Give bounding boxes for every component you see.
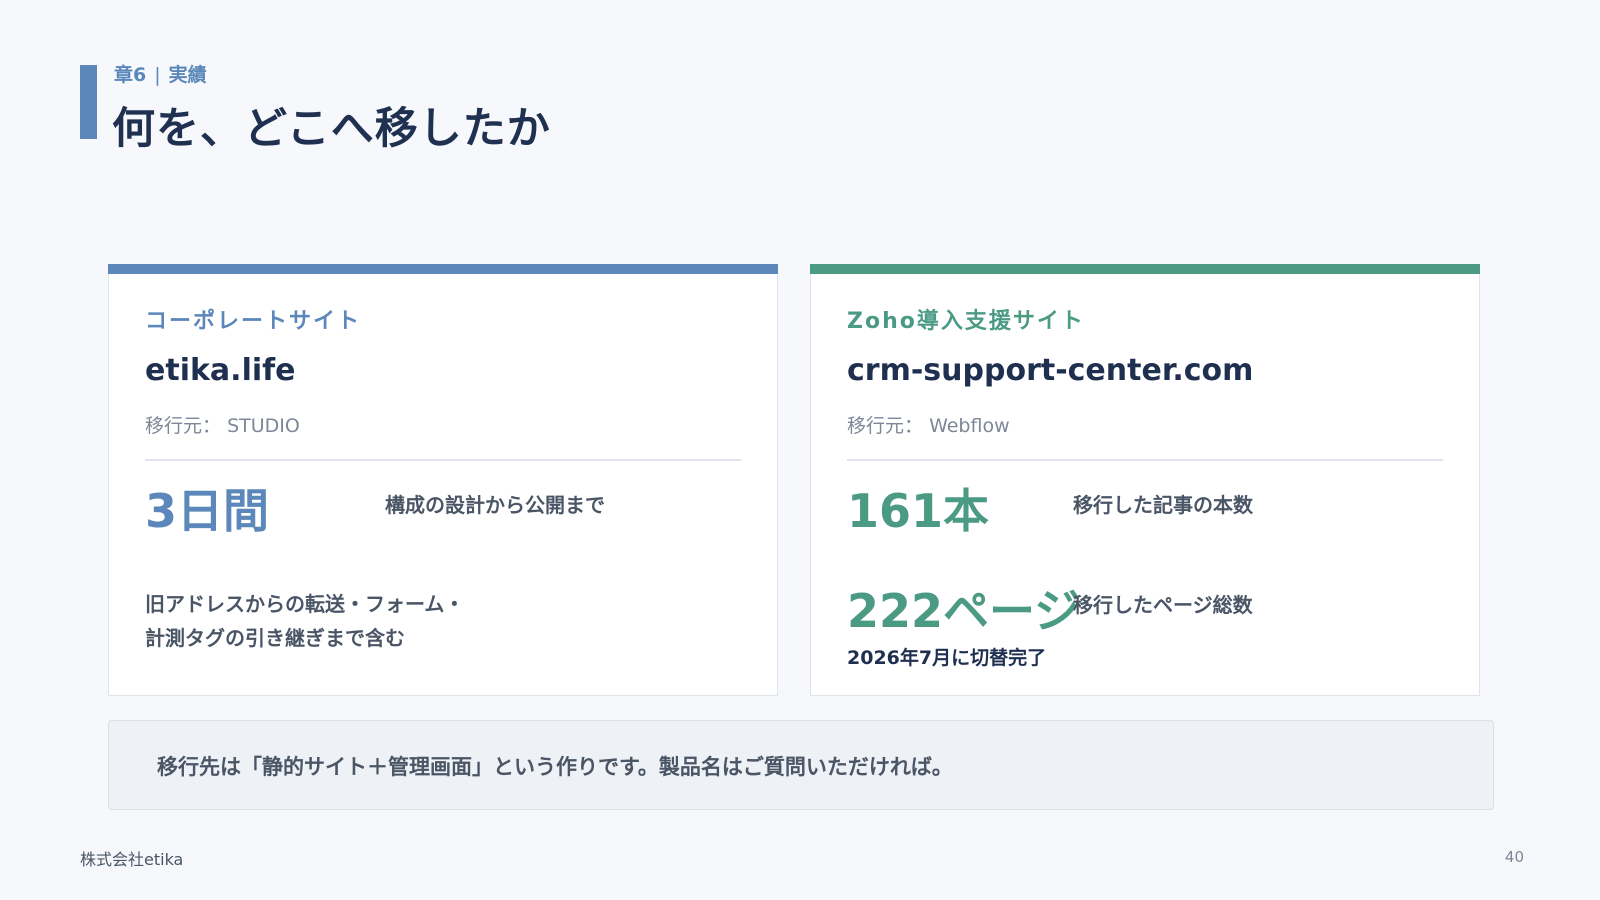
card-sub-note: 2026年7月に切替完了 <box>847 647 1047 669</box>
card-note: 旧アドレスからの転送・フォーム・ 計測タグの引き継ぎまで含む <box>145 587 464 655</box>
metric-value: 3日間 <box>145 484 270 538</box>
metric-value: 222ページ <box>847 584 1081 638</box>
page-number: 40 <box>1504 848 1524 866</box>
card-accent-bar <box>108 264 778 274</box>
card-divider <box>145 459 741 461</box>
summary-banner: 移行先は「静的サイト＋管理画面」という作りです。製品名はご質問いただければ。 <box>108 720 1494 810</box>
card-source: 移行元： Webflow <box>847 411 1010 438</box>
banner-text: 移行先は「静的サイト＋管理画面」という作りです。製品名はご質問いただければ。 <box>157 755 953 779</box>
card-note-line: 旧アドレスからの転送・フォーム・ <box>145 592 465 616</box>
card-accent-bar <box>810 264 1480 274</box>
page-title: 何を、どこへ移したか <box>112 104 551 154</box>
card-divider <box>847 459 1443 461</box>
chapter-separator: | <box>154 64 161 86</box>
source-label: 移行元： <box>145 415 222 437</box>
card-source: 移行元： STUDIO <box>145 411 300 438</box>
card-note-line: 計測タグの引き継ぎまで含む <box>145 626 405 650</box>
card-zoho-support-site: Zoho導入支援サイト crm-support-center.com 移行元： … <box>810 264 1480 696</box>
metric-description: 移行した記事の本数 <box>1073 493 1253 517</box>
card-domain: etika.life <box>145 353 296 388</box>
source-value: Webflow <box>929 415 1010 437</box>
source-label: 移行元： <box>847 415 924 437</box>
card-label: Zoho導入支援サイト <box>847 309 1085 334</box>
chapter-label: 章6 | 実績 <box>114 60 207 87</box>
header-accent-bar <box>80 65 97 139</box>
card-domain: crm-support-center.com <box>847 353 1254 388</box>
metric-description: 構成の設計から公開まで <box>385 493 605 517</box>
card-corporate-site: コーポレートサイト etika.life 移行元： STUDIO 3日間 構成の… <box>108 264 778 696</box>
metric-description: 移行したページ総数 <box>1073 593 1253 617</box>
card-label: コーポレートサイト <box>145 309 362 334</box>
metric-value: 161本 <box>847 484 990 538</box>
footer-company: 株式会社etika <box>80 850 184 869</box>
section-name: 実績 <box>168 64 207 86</box>
chapter-number: 章6 <box>114 64 147 86</box>
source-value: STUDIO <box>227 415 300 437</box>
